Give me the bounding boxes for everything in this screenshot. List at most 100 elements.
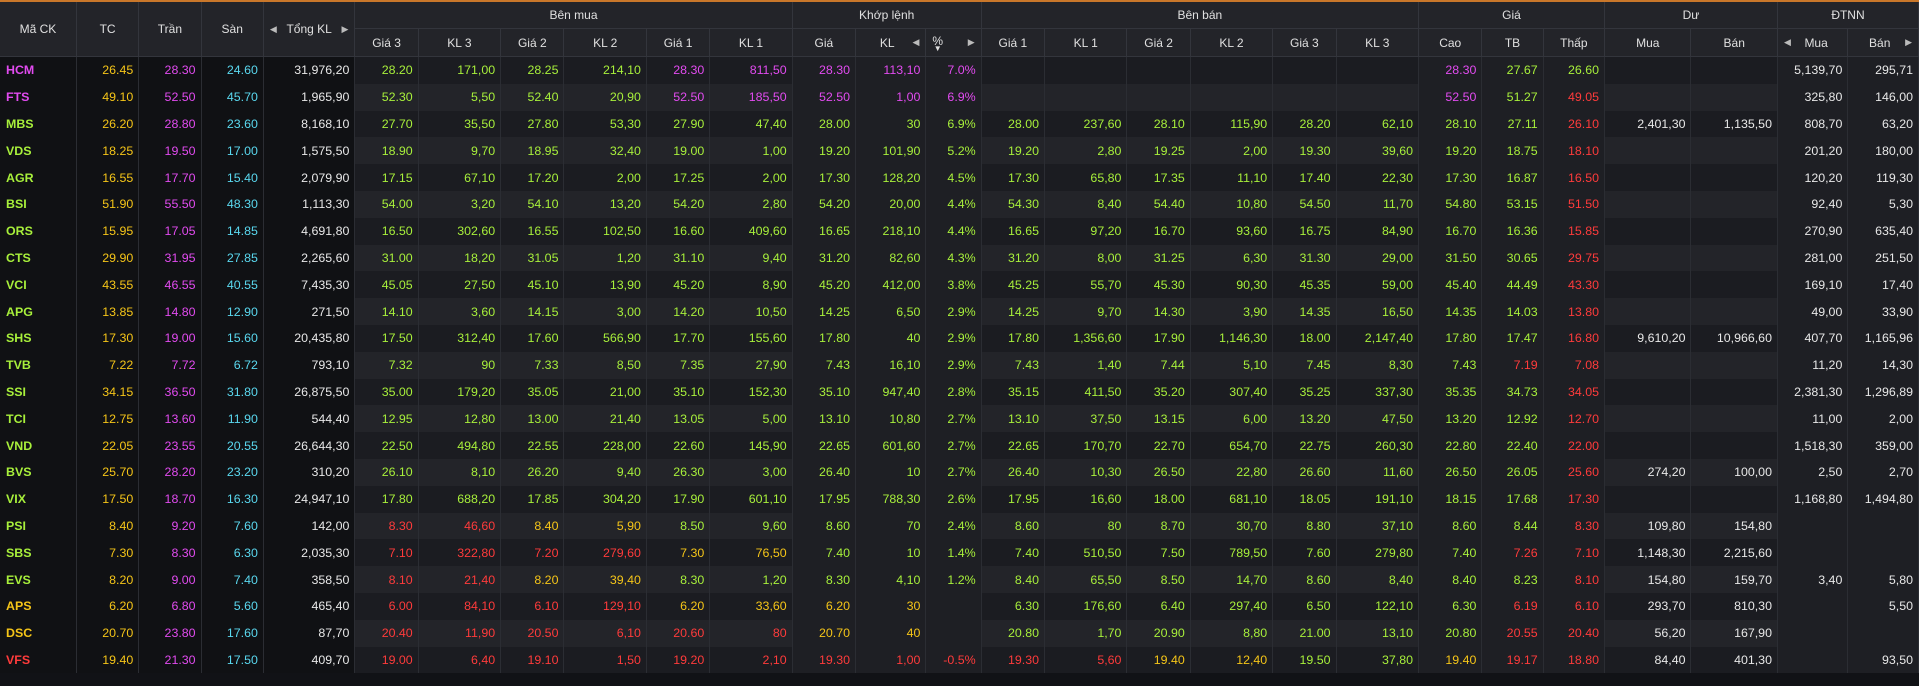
header-ref[interactable]: TC <box>76 2 140 57</box>
symbol-cell[interactable]: VFS <box>0 646 77 674</box>
buy-cell: 322,80 <box>418 539 502 567</box>
match-cell: 113,10 <box>855 56 927 84</box>
header-ceil[interactable]: Trần <box>138 2 202 57</box>
stock-row-vnd[interactable]: VND 22.05 23.55 20.55 26,644,30 22.50 494,80 22… <box>0 432 1919 459</box>
header-remain-sell[interactable]: Bán <box>1690 28 1778 57</box>
header-sell-price1[interactable]: Giá 1 <box>981 28 1046 57</box>
stock-row-vds[interactable]: VDS 18.25 19.50 17.00 1,575,50 18.90 9,70 18.95… <box>0 137 1919 165</box>
stock-row-hcm[interactable]: HCM 26.45 28.30 24.60 31,976,20 28.20 171,00 28… <box>0 56 1919 84</box>
match-cell: 16,10 <box>855 351 927 379</box>
symbol-cell[interactable]: AGR <box>0 164 77 191</box>
stock-row-fts[interactable]: FTS 49.10 52.50 45.70 1,965,90 52.30 5,50 52.40… <box>0 83 1919 111</box>
symbol-cell[interactable]: APS <box>0 592 77 620</box>
stock-row-tci[interactable]: TCI 12.75 13.60 11.90 544,40 12.95 12,80 13.00 2… <box>0 405 1919 433</box>
header-buy-vol1[interactable]: KL 1 <box>709 28 793 57</box>
symbol-cell[interactable]: TVB <box>0 351 77 379</box>
remain-cell: 1,148,30 <box>1604 539 1692 567</box>
header-match-price[interactable]: Giá <box>792 28 857 57</box>
symbol-cell[interactable]: FTS <box>0 83 77 111</box>
stock-row-dsc[interactable]: DSC 20.70 23.80 17.60 87,70 20.40 11,90 20.50 6,… <box>0 619 1919 647</box>
sell-cell <box>1126 56 1191 84</box>
stock-row-mbs[interactable]: MBS 26.20 28.80 23.60 8,168,10 27.70 35,50 27.8… <box>0 110 1919 138</box>
buy-cell: 3,20 <box>418 190 502 218</box>
sort-down-icon[interactable]: ▼ <box>932 44 943 52</box>
symbol-cell[interactable]: SHS <box>0 324 77 352</box>
header-symbol[interactable]: Mã CK <box>0 2 77 57</box>
scroll-right-icon[interactable]: ▶ <box>341 24 348 35</box>
header-buy-vol2[interactable]: KL 2 <box>563 28 647 57</box>
symbol-cell[interactable]: SBS <box>0 539 77 567</box>
match-cell: 7.0% <box>925 56 982 84</box>
scroll-left-icon[interactable]: ◀ <box>1784 37 1791 48</box>
symbol-cell[interactable]: TCI <box>0 405 77 433</box>
header-remain-buy[interactable]: Mua <box>1604 28 1692 57</box>
scroll-left-icon[interactable]: ◀ <box>270 24 277 35</box>
header-buy-vol3[interactable]: KL 3 <box>418 28 502 57</box>
symbol-cell[interactable]: BSI <box>0 190 77 218</box>
scroll-right-icon[interactable]: ▶ <box>968 37 975 48</box>
foreign-cell: 169,10 <box>1777 271 1849 299</box>
header-buy-price3[interactable]: Giá 3 <box>354 28 419 57</box>
header-buy-price2[interactable]: Giá 2 <box>500 28 565 57</box>
stock-row-apg[interactable]: APG 13.85 14.80 12.90 271,50 14.10 3,60 14.15 3,… <box>0 298 1919 325</box>
symbol-cell[interactable]: BVS <box>0 458 77 486</box>
stock-row-bsi[interactable]: BSI 51.90 55.50 48.30 1,113,30 54.00 3,20 54.10… <box>0 190 1919 218</box>
header-avg[interactable]: TB <box>1481 28 1544 57</box>
header-sell-vol2[interactable]: KL 2 <box>1190 28 1274 57</box>
symbol-cell[interactable]: HCM <box>0 56 77 84</box>
symbol-cell[interactable]: PSI <box>0 512 77 540</box>
header-buy-price1[interactable]: Giá 1 <box>646 28 711 57</box>
match-cell: 40 <box>855 619 927 647</box>
header-sell-vol1[interactable]: KL 1 <box>1044 28 1128 57</box>
stock-row-bvs[interactable]: BVS 25.70 28.20 23.20 310,20 26.10 8,10 26.20 9,… <box>0 458 1919 486</box>
header-high[interactable]: Cao <box>1418 28 1483 57</box>
match-cell: 5.2% <box>925 137 982 165</box>
stock-row-vix[interactable]: VIX 17.50 18.70 16.30 24,947,10 17.80 688,20 17… <box>0 485 1919 513</box>
stock-row-shs[interactable]: SHS 17.30 19.00 15.60 20,435,80 17.50 312,40 17… <box>0 324 1919 352</box>
match-cell: 16.65 <box>792 217 857 245</box>
symbol-cell[interactable]: MBS <box>0 110 77 138</box>
stock-row-ors[interactable]: ORS 15.95 17.05 14.85 4,691,80 16.50 302,60 16.… <box>0 217 1919 245</box>
header-sell-price2[interactable]: Giá 2 <box>1126 28 1191 57</box>
price-stat-cell: 53.15 <box>1481 190 1544 218</box>
symbol-cell[interactable]: ORS <box>0 217 77 245</box>
stock-row-psi[interactable]: PSI 8.40 9.20 7.60 142,00 8.30 46,60 8.40 5,90 8.… <box>0 512 1919 540</box>
symbol-cell[interactable]: DSC <box>0 619 77 647</box>
stock-row-agr[interactable]: AGR 16.55 17.70 15.40 2,079,90 17.15 67,10 17.2… <box>0 164 1919 191</box>
scroll-left-icon[interactable]: ◀ <box>912 37 919 48</box>
stock-row-aps[interactable]: APS 6.20 6.80 5.60 465,40 6.00 84,10 6.10 129,10… <box>0 592 1919 620</box>
stock-row-vfs[interactable]: VFS 19.40 21.30 17.50 409,70 19.00 6,40 19.10 1,… <box>0 646 1919 674</box>
symbol-cell[interactable]: VDS <box>0 137 77 165</box>
header-sell-vol3[interactable]: KL 3 <box>1336 28 1420 57</box>
symbol-cell[interactable]: SSI <box>0 378 77 406</box>
header-foreign-sell[interactable]: Bán ▶ <box>1847 28 1919 57</box>
symbol-cell[interactable]: EVS <box>0 566 77 593</box>
stock-row-sbs[interactable]: SBS 7.30 8.30 6.30 2,035,30 7.10 322,80 7.20 279… <box>0 539 1919 567</box>
match-cell: 8.30 <box>792 566 857 593</box>
header-match-volume[interactable]: KL ◀ <box>855 28 927 57</box>
symbol-cell[interactable]: VIX <box>0 485 77 513</box>
header-floor[interactable]: Sàn <box>201 2 264 57</box>
symbol-cell[interactable]: VND <box>0 432 77 459</box>
sell-cell: 54.40 <box>1126 190 1191 218</box>
header-total-volume[interactable]: ◀ Tổng KL ▶ <box>263 2 356 57</box>
buy-cell: 35.10 <box>646 378 711 406</box>
header-foreign-buy[interactable]: ◀ Mua <box>1777 28 1849 57</box>
header-low[interactable]: Thấp <box>1543 28 1606 57</box>
foreign-cell <box>1777 592 1849 620</box>
symbol-cell[interactable]: VCI <box>0 271 77 299</box>
header-match-percent[interactable]: % ▼ ▶ <box>925 28 982 57</box>
stock-row-ssi[interactable]: SSI 34.15 36.50 31.80 26,875,50 35.00 179,20 35… <box>0 378 1919 406</box>
symbol-cell[interactable]: APG <box>0 298 77 325</box>
sell-cell: 10,80 <box>1190 190 1274 218</box>
scroll-right-icon[interactable]: ▶ <box>1905 37 1912 48</box>
symbol-cell[interactable]: CTS <box>0 244 77 272</box>
header-sell-price3[interactable]: Giá 3 <box>1272 28 1337 57</box>
stock-row-tvb[interactable]: TVB 7.22 7.72 6.72 793,10 7.32 90 7.33 8,50 7.35 2… <box>0 351 1919 379</box>
sell-cell: 19.50 <box>1272 646 1337 674</box>
stock-row-cts[interactable]: CTS 29.90 31.95 27.85 2,265,60 31.00 18,20 31.0… <box>0 244 1919 272</box>
ceil-price-cell: 55.50 <box>138 190 202 218</box>
foreign-cell: 17,40 <box>1847 271 1919 299</box>
stock-row-evs[interactable]: EVS 8.20 9.00 7.40 358,50 8.10 21,40 8.20 39,40 8… <box>0 566 1919 593</box>
stock-row-vci[interactable]: VCI 43.55 46.55 40.55 7,435,30 45.05 27,50 45.1… <box>0 271 1919 299</box>
